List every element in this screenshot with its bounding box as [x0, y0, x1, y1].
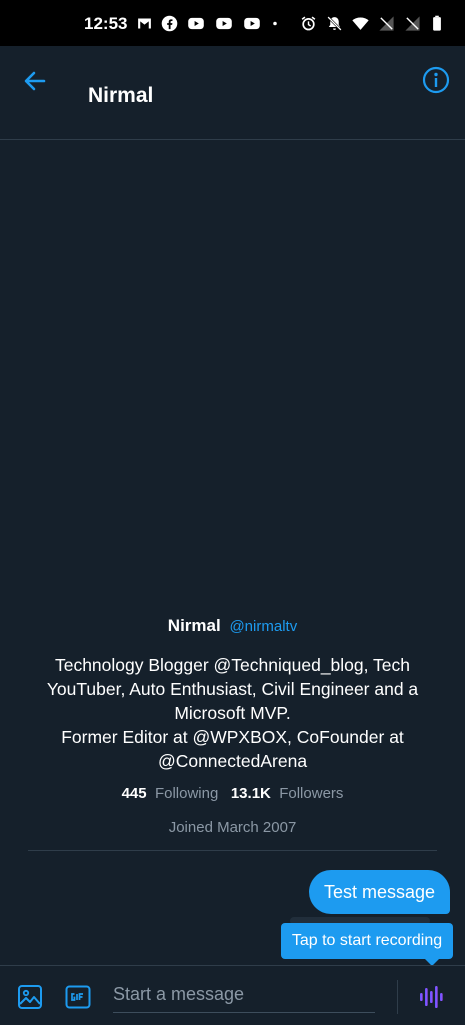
youtube-icon — [188, 17, 204, 30]
profile-stats: 445 Following 13.1K Followers — [0, 785, 465, 802]
system-icons — [300, 15, 444, 32]
profile-bio: Technology Blogger @Techniqued_blog, Tec… — [46, 655, 419, 771]
following-link[interactable]: 445 Following — [122, 785, 219, 802]
profile-handle[interactable]: @nirmaltv — [229, 618, 297, 635]
followers-label: Followers — [279, 785, 344, 802]
voice-record-icon[interactable] — [418, 984, 444, 1010]
page-title: Nirmal — [88, 84, 154, 107]
status-time: 12:53 — [84, 14, 128, 33]
profile-name-row: Nirmal @nirmaltv — [0, 616, 465, 636]
message-composer — [0, 965, 465, 1025]
conversation-header: Nirmal — [0, 46, 465, 140]
outgoing-message-bubble[interactable]: Test message — [309, 870, 450, 914]
battery-icon — [433, 15, 441, 31]
wifi-icon — [352, 17, 369, 30]
followers-link[interactable]: 13.1K Followers — [231, 785, 344, 802]
youtube-icon — [244, 17, 260, 30]
followers-count: 13.1K — [230, 785, 271, 802]
notification-icons — [136, 15, 280, 32]
composer-separator — [397, 980, 398, 1014]
following-count: 445 — [121, 785, 147, 802]
image-icon[interactable] — [17, 984, 43, 1010]
status-bar: 12:53 — [0, 0, 465, 46]
dot-icon — [273, 21, 277, 26]
facebook-icon — [161, 15, 178, 32]
alarm-icon — [301, 16, 316, 31]
gmail-icon — [138, 18, 151, 29]
recording-tooltip[interactable]: Tap to start recording — [281, 923, 453, 959]
following-label: Following — [154, 785, 219, 802]
gif-icon[interactable] — [65, 985, 91, 1009]
message-input[interactable] — [113, 976, 375, 1013]
no-signal-icon — [379, 16, 394, 31]
divider — [28, 850, 437, 851]
profile-name[interactable]: Nirmal — [168, 616, 221, 635]
youtube-icon — [216, 17, 232, 30]
info-icon[interactable] — [421, 65, 451, 95]
bell-off-icon — [327, 16, 342, 31]
profile-joined-date: Joined March 2007 — [168, 819, 297, 836]
no-signal-icon — [405, 16, 420, 31]
arrow-left-icon[interactable] — [20, 66, 50, 96]
profile-summary: Nirmal @nirmaltv Technology Blogger @Tec… — [0, 600, 465, 836]
